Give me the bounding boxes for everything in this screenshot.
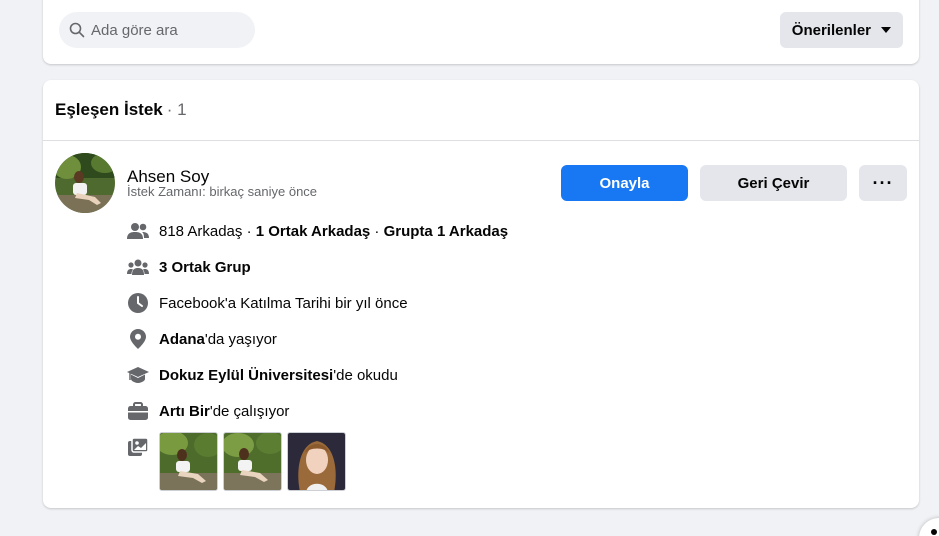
briefcase-icon — [127, 400, 149, 422]
search-icon — [69, 22, 85, 38]
info-lives: Adana 'da yaşıyor — [127, 325, 277, 353]
location-pin-icon — [127, 328, 149, 350]
workplace-link[interactable]: Artı Bir — [159, 403, 210, 420]
info-joined: Facebook'a Katılma Tarihi bir yıl önce — [127, 289, 408, 317]
workplace-suffix: 'de çalışıyor — [209, 402, 290, 420]
school-suffix: 'de okudu — [333, 366, 398, 384]
search-input[interactable] — [91, 21, 251, 39]
section-title: Eşleşen İstek — [55, 100, 163, 119]
info-studied: Dokuz Eylül Üniversitesi 'de okudu — [127, 361, 398, 389]
location-suffix: 'da yaşıyor — [204, 330, 277, 348]
photo-thumbnail[interactable] — [287, 432, 346, 491]
info-photos — [127, 433, 159, 461]
section-header: Eşleşen İstek · 1 — [43, 80, 919, 141]
decline-button[interactable]: Geri Çevir — [700, 165, 847, 201]
group-friends-link[interactable]: Grupta 1 Arkadaş — [384, 223, 509, 240]
avatar[interactable] — [55, 153, 115, 213]
more-options-button[interactable]: ··· — [859, 165, 907, 201]
joined-text: Facebook'a Katılma Tarihi bir yıl önce — [159, 294, 408, 312]
section-count: · 1 — [166, 100, 187, 119]
separator: · — [370, 222, 384, 240]
info-groups: 3 Ortak Grup — [127, 253, 251, 281]
friends-icon — [127, 220, 149, 242]
graduation-cap-icon — [127, 364, 149, 386]
mutual-groups-link[interactable]: 3 Ortak Grup — [159, 259, 251, 276]
location-link[interactable]: Adana — [159, 331, 205, 348]
info-friends: 818 Arkadaş · 1 Ortak Arkadaş · Grupta 1… — [127, 217, 508, 245]
clock-icon — [127, 292, 149, 314]
groups-icon — [127, 256, 149, 278]
more-dots-icon: ··· — [872, 172, 894, 193]
confirm-button[interactable]: Onayla — [561, 165, 688, 201]
photo-thumbnail[interactable] — [223, 432, 282, 491]
sort-dropdown-button[interactable]: Önerilenler — [779, 12, 903, 48]
mutual-friends-link[interactable]: 1 Ortak Arkadaş — [256, 223, 371, 240]
info-works: Artı Bir 'de çalışıyor — [127, 397, 289, 425]
search-box[interactable] — [59, 12, 255, 48]
sort-label: Önerilenler — [791, 21, 871, 39]
friend-count: 818 Arkadaş — [159, 222, 243, 240]
request-time: İstek Zamanı: birkaç saniye önce — [127, 184, 318, 199]
photos-icon — [127, 436, 149, 458]
search-filter-card: Önerilenler — [43, 0, 919, 64]
caret-down-icon — [881, 27, 891, 33]
school-link[interactable]: Dokuz Eylül Üniversitesi — [159, 367, 333, 384]
photo-thumbnails — [159, 432, 346, 491]
chat-bubble-corner[interactable] — [919, 518, 939, 536]
request-card: Eşleşen İstek · 1 Ahsen Soy İstek Zamanı… — [43, 80, 919, 508]
photo-thumbnail[interactable] — [159, 432, 218, 491]
separator: · — [242, 222, 256, 240]
